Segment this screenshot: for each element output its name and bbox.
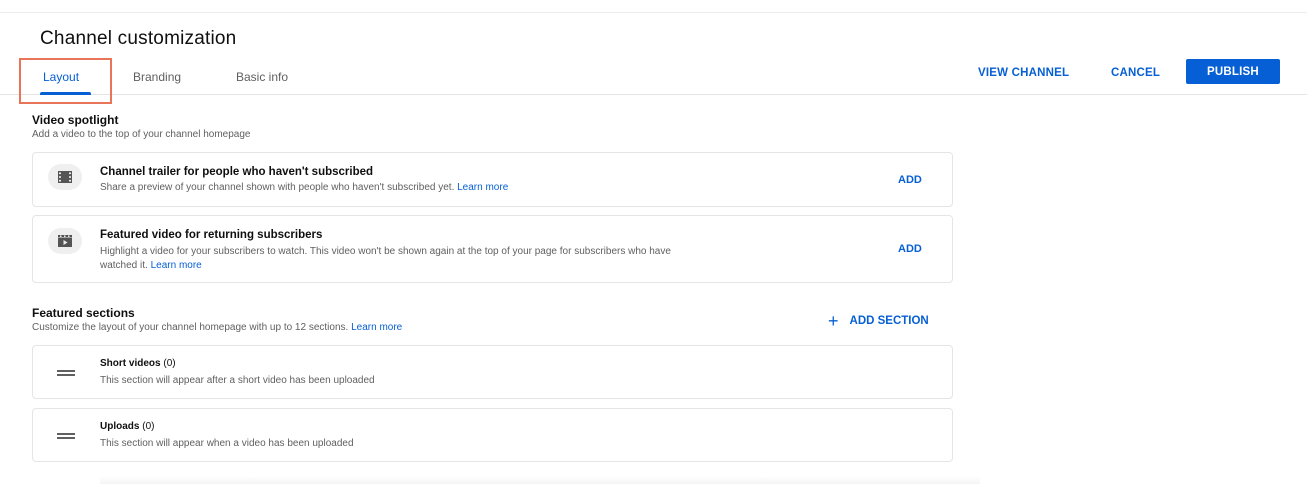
featured-sections-subtitle-text: Customize the layout of your channel hom… [32,322,349,333]
section-name: Uploads [100,421,140,432]
featured-video-description-line2: watched it. [100,260,148,271]
add-featured-video-button[interactable]: ADD [898,243,922,255]
section-count: (0) [142,421,155,432]
channel-trailer-title: Channel trailer for people who haven't s… [100,166,374,178]
channel-trailer-description: Share a preview of your channel shown wi… [100,181,508,195]
bottom-shadow [100,476,980,484]
film-icon [48,164,82,190]
top-divider [0,12,1307,13]
featured-video-description-line1: Highlight a video for your subscribers t… [100,246,671,257]
plus-icon: + [828,311,839,331]
featured-video-description: Highlight a video for your subscribers t… [100,245,890,273]
publish-button[interactable]: PUBLISH [1186,59,1280,84]
featured-sections-subtitle: Customize the layout of your channel hom… [32,322,402,333]
video-spotlight-title: Video spotlight [32,113,119,127]
section-description: This section will appear when a video ha… [100,438,354,449]
drag-handle-icon[interactable] [57,433,75,439]
section-count: (0) [163,358,176,369]
featured-video-card: Featured video for returning subscribers… [32,215,953,283]
channel-trailer-description-text: Share a preview of your channel shown wi… [100,182,455,193]
featured-video-title: Featured video for returning subscribers [100,229,323,241]
drag-handle-icon[interactable] [57,370,75,376]
page-title: Channel customization [40,28,237,49]
learn-more-link[interactable]: Learn more [151,260,202,271]
channel-trailer-card: Channel trailer for people who haven't s… [32,152,953,207]
video-spotlight-subtitle: Add a video to the top of your channel h… [32,129,251,140]
featured-sections-title: Featured sections [32,306,135,320]
tab-basic-info[interactable]: Basic info [236,70,288,84]
section-item-uploads[interactable]: Uploads (0) This section will appear whe… [32,408,953,462]
add-channel-trailer-button[interactable]: ADD [898,174,922,186]
section-title: Uploads (0) [100,421,154,432]
section-description: This section will appear after a short v… [100,375,375,386]
clapperboard-icon [48,228,82,254]
view-channel-button[interactable]: VIEW CHANNEL [978,67,1069,79]
add-section-button[interactable]: + ADD SECTION [828,311,929,331]
tab-highlight-box [19,58,112,104]
section-item-short-videos[interactable]: Short videos (0) This section will appea… [32,345,953,399]
learn-more-link[interactable]: Learn more [457,182,508,193]
section-title: Short videos (0) [100,358,176,369]
tab-branding[interactable]: Branding [133,70,181,84]
add-section-label: ADD SECTION [849,315,929,327]
section-name: Short videos [100,358,161,369]
learn-more-link[interactable]: Learn more [351,322,402,333]
cancel-button[interactable]: CANCEL [1111,67,1160,79]
